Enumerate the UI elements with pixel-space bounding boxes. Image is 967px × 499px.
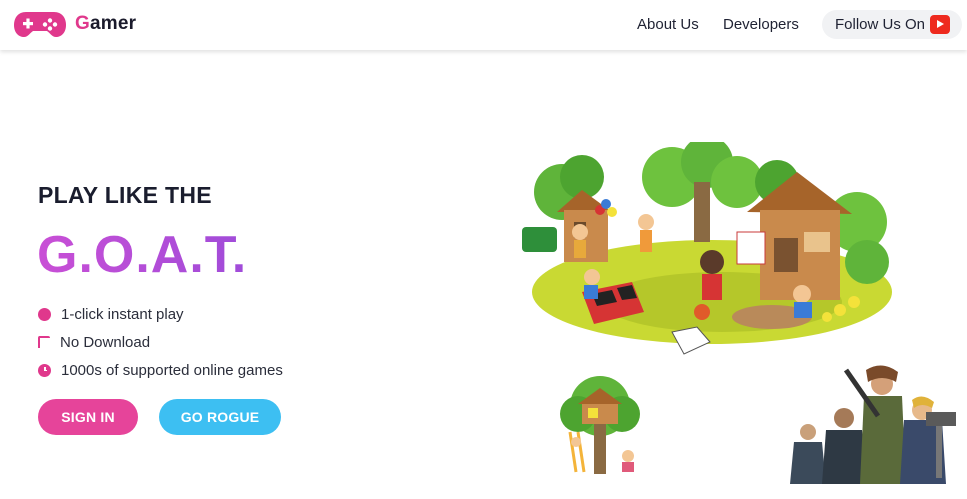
feature-item: 1-click instant play: [38, 300, 283, 328]
follow-us-label: Follow Us On: [835, 16, 926, 33]
brand-name: Gamer: [75, 13, 136, 35]
brand[interactable]: Gamer: [14, 10, 136, 38]
feature-item: No Download: [38, 328, 283, 356]
fortnite-characters-illustration: [790, 365, 956, 484]
feature-text: 1-click instant play: [61, 305, 184, 323]
go-rogue-button[interactable]: GO ROGUE: [159, 399, 281, 435]
kids-playground-illustration: [522, 142, 892, 355]
top-navbar: Gamer About Us Developers Follow Us On: [0, 0, 967, 50]
feature-item: 1000s of supported online games: [38, 356, 283, 384]
gamepad-logo-icon: [14, 12, 66, 37]
clock-icon: [38, 363, 51, 377]
nav-developers-link[interactable]: Developers: [723, 16, 799, 33]
download-icon: [38, 336, 50, 348]
nav-about-us-link[interactable]: About Us: [637, 16, 699, 33]
feature-text: No Download: [60, 333, 151, 351]
feature-text: 1000s of supported online games: [61, 361, 283, 379]
feature-list: 1-click instant play No Download 1000s o…: [38, 300, 283, 384]
hero-pre-title: PLAY LIKE THE: [38, 182, 212, 208]
brand-rest: amer: [89, 13, 137, 34]
follow-us-button[interactable]: Follow Us On: [822, 10, 962, 39]
sign-in-button[interactable]: SIGN IN: [38, 399, 138, 435]
treehouse-illustration: [560, 376, 640, 474]
hero-title: G.O.A.T.: [37, 226, 248, 284]
youtube-icon: [930, 15, 950, 34]
brand-first-letter: G: [75, 13, 90, 34]
circle-icon: [38, 307, 51, 321]
